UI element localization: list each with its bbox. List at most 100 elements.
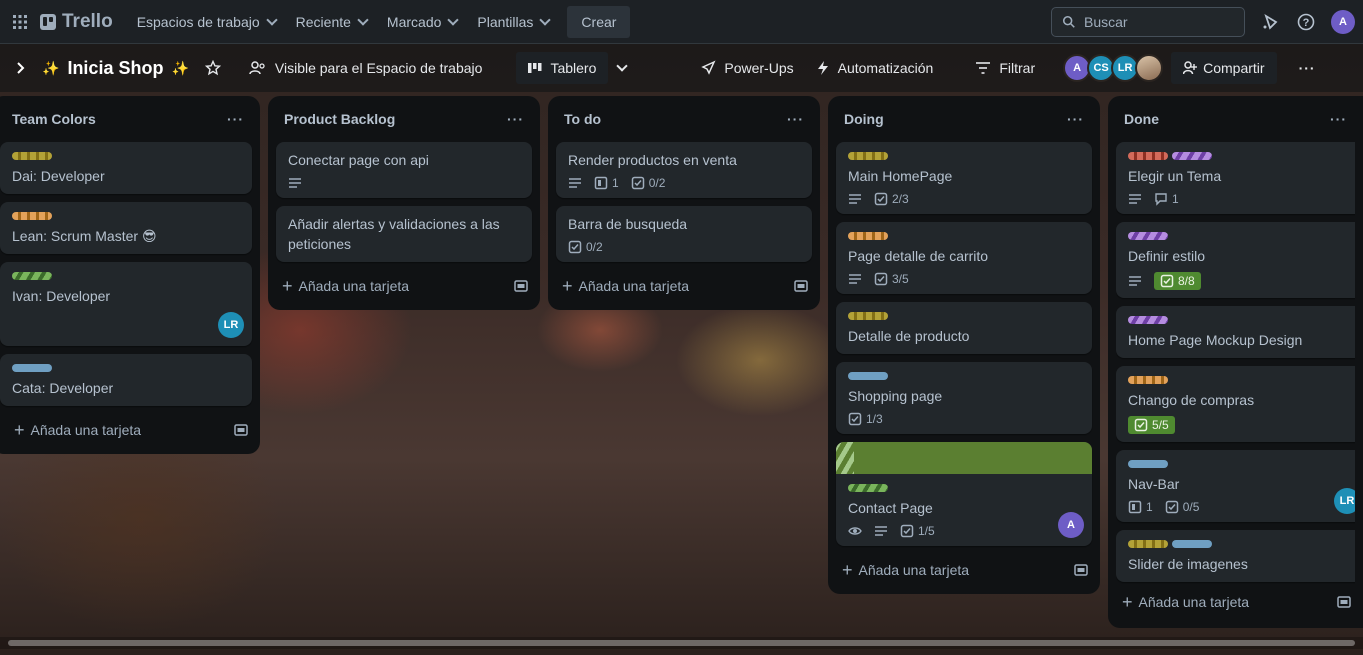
add-person-icon [1183, 61, 1198, 75]
automation-button[interactable]: Automatización [808, 52, 942, 84]
plus-icon: + [562, 275, 573, 296]
create-button[interactable]: Crear [567, 5, 631, 38]
card-member-avatar[interactable]: A [1058, 512, 1084, 538]
add-card-button[interactable]: + Añada una tarjeta [1116, 586, 1355, 618]
app-switcher-icon[interactable] [6, 8, 34, 36]
card[interactable]: Render productos en venta 1 0/2 [556, 142, 812, 198]
help-icon[interactable]: ? [1295, 11, 1317, 33]
search-input[interactable] [1084, 13, 1224, 30]
menu-recent[interactable]: Reciente [286, 6, 377, 38]
label-yellow [1128, 540, 1168, 548]
checklist-count: 0/2 [586, 240, 603, 254]
add-card-left: + Añada una tarjeta [842, 560, 969, 581]
card[interactable]: Detalle de producto [836, 302, 1092, 354]
list-team-colors: Team Colors ··· Dai: Developer Lean: Scr… [0, 96, 260, 454]
star-board-icon[interactable] [197, 52, 229, 84]
filter-button[interactable]: Filtrar [967, 52, 1043, 84]
trello-logo[interactable]: Trello [40, 11, 113, 33]
menu-templates-label: Plantillas [477, 13, 534, 30]
card[interactable]: Definir estilo 8/8 [1116, 222, 1355, 298]
card[interactable]: Añadir alertas y validaciones a las peti… [276, 206, 532, 262]
card[interactable]: Nav-Bar 1 0/5 LR [1116, 450, 1355, 522]
add-card-button[interactable]: + Añada una tarjeta [556, 270, 812, 302]
template-icon[interactable] [514, 279, 528, 293]
checklist-icon [1160, 274, 1174, 288]
board-title-area[interactable]: ✨ Inicia Shop ✨ [34, 52, 197, 84]
card[interactable]: Cata: Developer [0, 354, 252, 406]
template-icon[interactable] [1074, 563, 1088, 577]
list-title[interactable]: Doing [844, 111, 884, 127]
card-title: Shopping page [848, 388, 943, 404]
switch-views-icon[interactable] [608, 52, 636, 84]
card[interactable]: Elegir un Tema 1 [1116, 142, 1355, 214]
list-menu-icon[interactable]: ··· [227, 111, 244, 127]
card[interactable]: Home Page Mockup Design [1116, 306, 1355, 358]
powerups-button[interactable]: Power-Ups [692, 52, 801, 84]
member-photo-avatar[interactable] [1135, 54, 1164, 82]
menu-templates[interactable]: Plantillas [467, 6, 559, 38]
card-labels [1128, 232, 1355, 240]
card[interactable]: Barra de busqueda 0/2 [556, 206, 812, 262]
list-menu-icon[interactable]: ··· [1330, 111, 1347, 127]
add-card-button[interactable]: + Añada una tarjeta [0, 414, 252, 446]
template-icon[interactable] [794, 279, 808, 293]
label-blue [1172, 540, 1212, 548]
card[interactable]: Dai: Developer [0, 142, 252, 194]
card[interactable]: Main HomePage 2/3 [836, 142, 1092, 214]
add-card-label: Añada una tarjeta [30, 422, 142, 438]
card[interactable]: Ivan: Developer LR [0, 262, 252, 346]
share-button[interactable]: Compartir [1171, 52, 1277, 84]
menu-starred[interactable]: Marcado [377, 6, 467, 38]
sparkles-icon: ✨ [171, 59, 189, 76]
attachment-icon [594, 176, 608, 190]
card[interactable]: Shopping page 1/3 [836, 362, 1092, 434]
menu-workspaces[interactable]: Espacios de trabajo [127, 6, 286, 38]
list-menu-icon[interactable]: ··· [507, 111, 524, 127]
add-card-button[interactable]: + Añada una tarjeta [836, 554, 1092, 586]
scrollbar-thumb[interactable] [8, 640, 1355, 646]
card-title: Dai: Developer [12, 168, 105, 184]
card-title: Nav-Bar [1128, 476, 1180, 492]
card-badges [288, 176, 520, 190]
more-options-icon[interactable]: ··· [1291, 52, 1324, 84]
label-purple [1172, 152, 1212, 160]
template-icon[interactable] [1337, 595, 1351, 609]
checklist-count: 1/3 [866, 412, 883, 426]
top-navigation: Trello Espacios de trabajo Reciente Marc… [0, 0, 1363, 44]
visibility-button[interactable]: Visible para el Espacio de trabajo [241, 52, 491, 84]
checklist-count: 2/3 [892, 192, 909, 206]
card[interactable]: Lean: Scrum Master 😎 [0, 202, 252, 254]
add-card-label: Añada una tarjeta [578, 278, 690, 294]
list-title[interactable]: Team Colors [12, 111, 96, 127]
card[interactable]: Conectar page con api [276, 142, 532, 198]
template-icon[interactable] [234, 423, 248, 437]
add-card-left: + Añada una tarjeta [282, 276, 409, 297]
board-horizontal-scrollbar[interactable] [0, 637, 1363, 649]
list-menu-icon[interactable]: ··· [787, 111, 804, 127]
card[interactable]: Page detalle de carrito 3/5 [836, 222, 1092, 294]
list-title[interactable]: Product Backlog [284, 111, 395, 127]
card[interactable]: Chango de compras 5/5 [1116, 366, 1355, 442]
card-member-avatar[interactable]: LR [1334, 488, 1355, 514]
expand-sidebar-icon[interactable] [8, 52, 34, 84]
label-orange [848, 232, 888, 240]
list-title[interactable]: Done [1124, 111, 1159, 127]
done-cards-scroll[interactable]: Elegir un Tema 1 Definir estilo 8/8 Home… [1116, 134, 1355, 586]
search-box[interactable] [1051, 6, 1245, 37]
notifications-icon[interactable] [1259, 11, 1281, 33]
card[interactable]: Contact Page 1/5 A [836, 442, 1092, 546]
card[interactable]: Slider de imagenes [1116, 530, 1355, 582]
add-card-button[interactable]: + Añada una tarjeta [276, 270, 532, 302]
card-labels [12, 152, 240, 160]
lightning-icon [817, 61, 828, 75]
board-view-button[interactable]: Tablero [516, 52, 609, 84]
card-title: Lean: Scrum Master 😎 [12, 228, 157, 244]
card-member-avatar[interactable]: LR [218, 312, 244, 338]
card-labels [12, 212, 240, 220]
list-title[interactable]: To do [564, 111, 601, 127]
board-members: A CS LR [1063, 54, 1164, 82]
filter-icon [976, 62, 991, 74]
user-avatar[interactable]: A [1331, 9, 1355, 34]
board-title: Inicia Shop [67, 57, 164, 78]
list-menu-icon[interactable]: ··· [1067, 111, 1084, 127]
